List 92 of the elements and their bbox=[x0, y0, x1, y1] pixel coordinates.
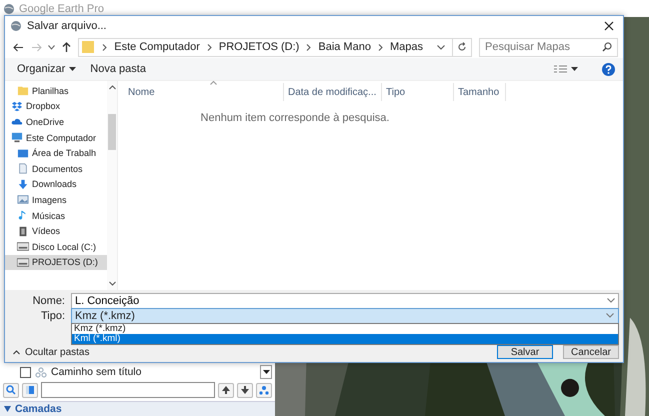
scroll-down-button[interactable] bbox=[260, 365, 272, 379]
nav-item[interactable]: Imagens bbox=[5, 192, 107, 208]
forward-arrow-icon bbox=[30, 42, 42, 52]
nav-item[interactable]: Área de Trabalh bbox=[5, 145, 107, 161]
folder-icon bbox=[17, 85, 29, 96]
nav-item[interactable]: Vídeos bbox=[5, 223, 107, 239]
search-field[interactable] bbox=[41, 382, 215, 398]
save-button[interactable]: Salvar bbox=[497, 345, 553, 359]
nav-item[interactable]: Este Computador bbox=[5, 130, 107, 146]
dots-icon bbox=[258, 385, 270, 395]
down-arrow-button[interactable] bbox=[237, 382, 253, 398]
breadcrumb-item[interactable]: Mapas bbox=[390, 41, 423, 53]
chevron-down-icon[interactable] bbox=[607, 298, 615, 302]
dropdown-option[interactable]: Kml (*.kml) bbox=[72, 334, 618, 344]
earth-icon bbox=[3, 2, 15, 14]
breadcrumb-item[interactable]: PROJETOS (D:) bbox=[218, 41, 300, 53]
chevron-up-icon bbox=[108, 85, 116, 90]
path-icon bbox=[35, 366, 47, 378]
drive-icon bbox=[17, 256, 29, 268]
layers-header[interactable]: Camadas bbox=[0, 401, 275, 416]
drive-icon bbox=[17, 241, 29, 252]
empty-message: Nenhum item corresponde à pesquisa. bbox=[200, 111, 390, 124]
new-folder-button[interactable]: Nova pasta bbox=[86, 59, 150, 79]
scroll-thumb[interactable] bbox=[108, 114, 116, 150]
triangle-icon bbox=[4, 406, 11, 412]
nav-item[interactable]: Downloads bbox=[5, 176, 107, 192]
app-title: Google Earth Pro bbox=[19, 2, 104, 14]
column-header[interactable]: Nome bbox=[118, 83, 284, 101]
document-icon bbox=[17, 163, 29, 174]
help-button[interactable] bbox=[602, 62, 615, 76]
hide-folders-button[interactable]: Ocultar pastas bbox=[13, 345, 90, 359]
caret-icon bbox=[69, 67, 76, 71]
nav-item[interactable]: Disco Local (C:) bbox=[5, 238, 107, 255]
desktop-icon bbox=[17, 148, 29, 159]
dropdown-option[interactable]: Kmz (*.kmz) bbox=[72, 324, 618, 334]
earth-icon bbox=[10, 20, 22, 32]
place-label[interactable]: Caminho sem título bbox=[51, 366, 142, 378]
folder-icon bbox=[81, 40, 96, 54]
panel-icon bbox=[25, 385, 35, 395]
chevron-icon bbox=[306, 44, 312, 50]
organize-button[interactable]: Organizar bbox=[13, 59, 80, 79]
back-arrow-icon bbox=[13, 42, 24, 52]
caret-icon bbox=[571, 67, 578, 71]
refresh-icon bbox=[456, 42, 467, 52]
triangle-icon bbox=[262, 370, 270, 374]
sort-icon bbox=[210, 81, 217, 85]
cancel-button[interactable]: Cancelar bbox=[563, 345, 619, 359]
filename-field[interactable]: L. Conceição bbox=[71, 292, 619, 308]
column-header[interactable]: Tamanho bbox=[454, 83, 506, 101]
address-bar[interactable]: Este Computador PROJETOS (D:) Baia Mano Mapas bbox=[78, 38, 472, 56]
up-arrow-button[interactable] bbox=[218, 382, 234, 398]
image-icon bbox=[17, 194, 29, 206]
help-icon bbox=[602, 62, 615, 76]
chevron-down-icon bbox=[108, 281, 116, 286]
list-view-icon bbox=[554, 65, 567, 73]
chevron-icon bbox=[206, 44, 212, 50]
up-arrow-icon bbox=[62, 42, 71, 52]
search-icon bbox=[6, 385, 16, 395]
up-arrow-icon bbox=[222, 386, 230, 394]
nav-item[interactable]: Planilhas bbox=[5, 83, 107, 99]
boxes-icon bbox=[11, 100, 23, 112]
nav-item[interactable]: Documentos bbox=[5, 160, 107, 177]
tour-button[interactable] bbox=[256, 382, 272, 398]
panel-button[interactable] bbox=[22, 382, 38, 398]
breadcrumb-item[interactable]: Baia Mano bbox=[318, 41, 371, 53]
file-type-dropdown[interactable]: Kmz (*.kmz) bbox=[71, 308, 619, 324]
checkbox[interactable] bbox=[20, 366, 31, 378]
nav-item[interactable]: PROJETOS (D:) bbox=[5, 254, 107, 270]
chevron-down-icon bbox=[606, 313, 614, 318]
chevron-icon bbox=[102, 44, 108, 50]
nav-item[interactable]: Dropbox bbox=[5, 98, 107, 114]
dropdown-icon[interactable] bbox=[436, 44, 445, 50]
column-header[interactable]: Tipo bbox=[382, 83, 454, 101]
field-label: Nome: bbox=[32, 294, 66, 306]
chevron-down-icon bbox=[48, 44, 55, 50]
search-icon bbox=[602, 42, 612, 52]
monitor-icon bbox=[11, 132, 23, 144]
down-arrow-icon bbox=[241, 386, 249, 394]
nav-item[interactable]: Músicas bbox=[5, 208, 107, 224]
field-label: Tipo: bbox=[40, 310, 66, 322]
chevron-up-icon bbox=[13, 350, 20, 354]
chevron-icon bbox=[378, 44, 383, 50]
dialog-title: Salvar arquivo... bbox=[27, 20, 106, 32]
close-icon bbox=[604, 21, 614, 31]
download-icon bbox=[17, 178, 29, 190]
breadcrumb-item[interactable]: Este Computador bbox=[114, 41, 200, 53]
cloud-icon bbox=[11, 116, 23, 128]
scrollbar[interactable] bbox=[107, 81, 117, 290]
search-button[interactable] bbox=[3, 382, 19, 398]
column-header[interactable]: Data de modificaç... bbox=[284, 83, 382, 101]
nav-item[interactable]: OneDrive bbox=[5, 114, 107, 130]
film-icon bbox=[17, 226, 29, 237]
